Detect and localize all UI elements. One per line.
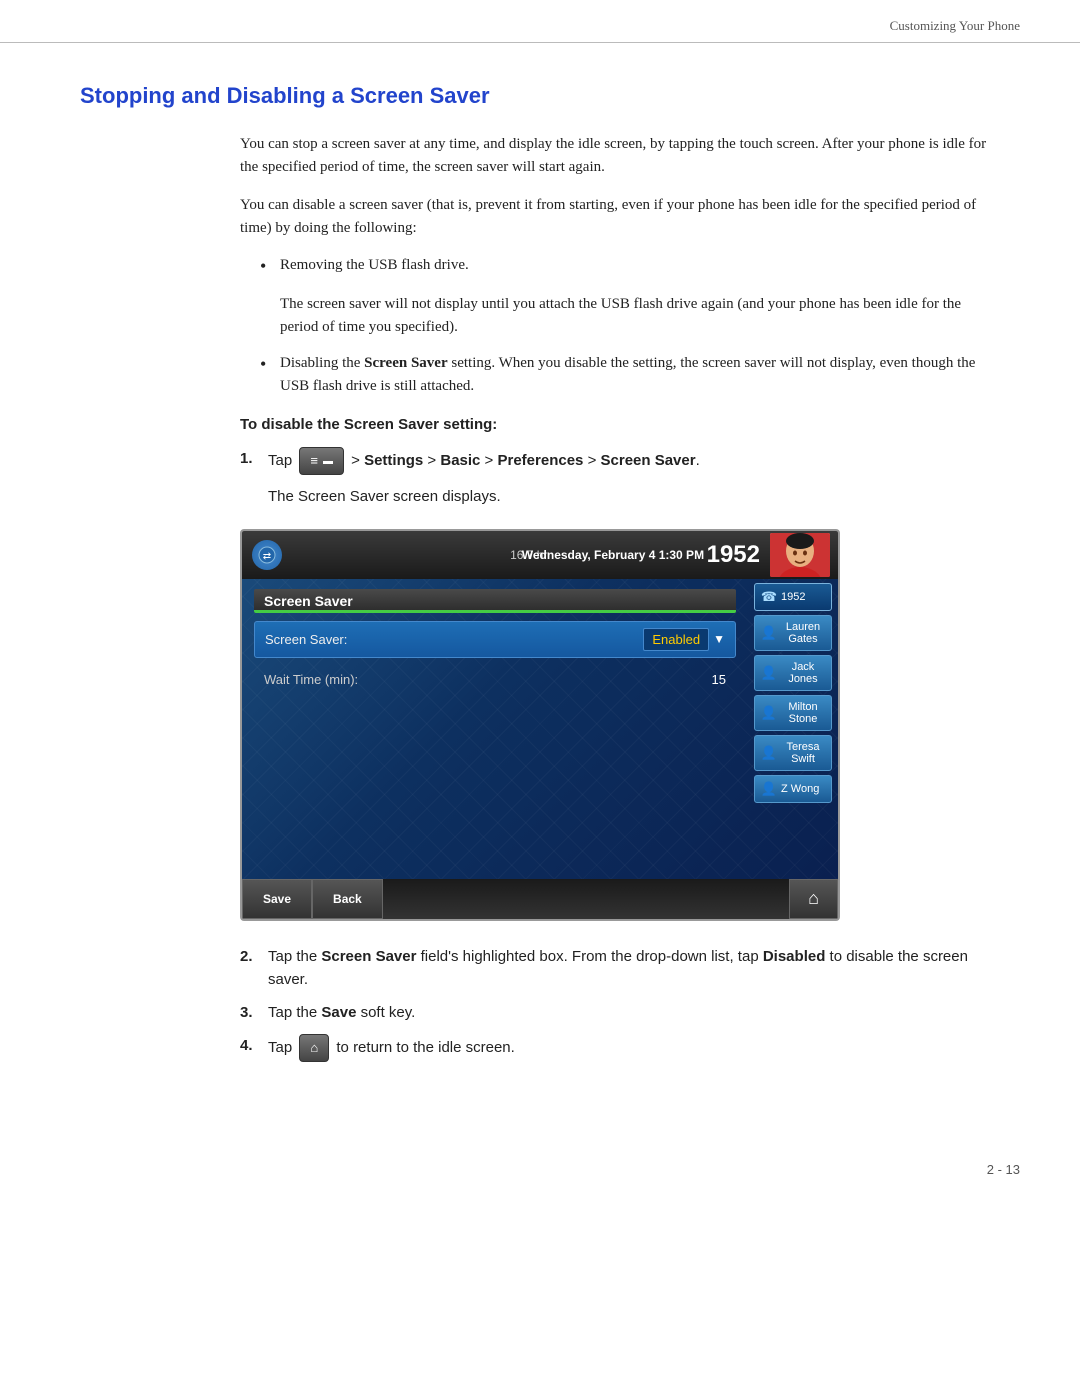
- contact-icon-milton: 👤: [761, 705, 777, 721]
- phone-main: Screen Saver Screen Saver: Enabled ▼ Wai…: [242, 579, 748, 879]
- contact-icon-lauren: 👤: [761, 625, 777, 641]
- contact-icon-teresa: 👤: [761, 745, 777, 761]
- phone-avatar: [770, 533, 830, 577]
- step-1-num: 1.: [240, 447, 268, 475]
- page-header: Customizing Your Phone: [0, 0, 1080, 43]
- step-1-row: 1. Tap ≡ ▬ > Settings > Basic > Preferen…: [240, 447, 1000, 475]
- step-4-row: 4. Tap ⌂ to return to the idle screen.: [240, 1034, 1000, 1062]
- wait-time-value: 15: [712, 672, 726, 687]
- phone-bottom-bar: Save Back ⌂: [242, 879, 838, 919]
- contact-milton-stone[interactable]: 👤 Milton Stone: [754, 695, 832, 731]
- menu-icon-small: ▬: [323, 454, 333, 470]
- page-content: Stopping and Disabling a Screen Saver Yo…: [0, 43, 1080, 1132]
- contact-name-teresa: Teresa Swift: [781, 741, 825, 765]
- contact-icon-1: ☎: [761, 589, 777, 605]
- bullet-list-2: • Disabling the Screen Saver setting. Wh…: [260, 352, 1000, 399]
- bullet-dot-1: •: [260, 254, 280, 279]
- contact-name-jack: Jack Jones: [781, 661, 825, 685]
- step-4-content: Tap ⌂ to return to the idle screen.: [268, 1034, 1000, 1062]
- menu-icon: ≡: [310, 451, 318, 471]
- bullet-text-2: Disabling the Screen Saver setting. When…: [280, 352, 1000, 399]
- paragraph-2: You can disable a screen saver (that is,…: [240, 194, 1000, 241]
- wait-time-label: Wait Time (min):: [264, 672, 712, 687]
- step-3-content: Tap the Save soft key.: [268, 1001, 1000, 1024]
- section-title: Stopping and Disabling a Screen Saver: [80, 83, 1000, 109]
- save-softkey[interactable]: Save: [242, 879, 312, 919]
- contact-1952[interactable]: ☎ 1952: [754, 583, 832, 611]
- step-3-num: 3.: [240, 1001, 268, 1024]
- bullet-text-1: Removing the USB flash drive.: [280, 254, 1000, 279]
- avatar-face: [770, 533, 830, 577]
- home-icon: ⌂: [808, 888, 819, 909]
- back-softkey[interactable]: Back: [312, 879, 383, 919]
- step-1-content: Tap ≡ ▬ > Settings > Basic > Preferences…: [268, 447, 1000, 475]
- step-2-content: Tap the Screen Saver field's highlighted…: [268, 945, 1000, 992]
- phone-menu-title: Screen Saver: [254, 589, 736, 613]
- phone-datetime: Wednesday, February 4 1:30 PM: [522, 548, 704, 562]
- bullet-item-2: • Disabling the Screen Saver setting. Wh…: [260, 352, 1000, 399]
- dropdown-arrow-icon: ▼: [713, 632, 725, 646]
- phone-body: Screen Saver Screen Saver: Enabled ▼ Wai…: [242, 579, 838, 879]
- step-4-num: 4.: [240, 1034, 268, 1062]
- contact-lauren-gates[interactable]: 👤 Lauren Gates: [754, 615, 832, 651]
- page-number: 2 - 13: [0, 1162, 1080, 1177]
- settings-button[interactable]: ≡ ▬: [299, 447, 344, 475]
- phone-screenshot: ⇄ 16.7 hr Wednesday, February 4 1:30 PM …: [240, 529, 840, 921]
- step-3-row: 3. Tap the Save soft key.: [240, 1001, 1000, 1024]
- phone-extension: 1952: [707, 541, 760, 569]
- home-button[interactable]: ⌂: [299, 1034, 329, 1062]
- bullet-list: • Removing the USB flash drive.: [260, 254, 1000, 279]
- bullet-item-1: • Removing the USB flash drive.: [260, 254, 1000, 279]
- screen-saver-value: Enabled: [643, 628, 709, 651]
- procedure-heading: To disable the Screen Saver setting:: [240, 416, 1000, 433]
- contact-name-lauren: Lauren Gates: [781, 621, 825, 645]
- contact-icon-jack: 👤: [761, 665, 777, 681]
- step-2-num: 2.: [240, 945, 268, 992]
- contact-name-1952: 1952: [781, 591, 805, 603]
- home-softkey[interactable]: ⌂: [789, 879, 838, 919]
- paragraph-1: You can stop a screen saver at any time,…: [240, 133, 1000, 180]
- usb-icon: ⇄: [252, 540, 282, 570]
- bullet-dot-2: •: [260, 352, 280, 399]
- contact-teresa-swift[interactable]: 👤 Teresa Swift: [754, 735, 832, 771]
- contact-jack-jones[interactable]: 👤 Jack Jones: [754, 655, 832, 691]
- phone-sidebar: ☎ 1952 👤 Lauren Gates 👤 Jack Jones 👤 Mil…: [748, 579, 838, 879]
- bullet-1-subtext: The screen saver will not display until …: [280, 293, 1000, 340]
- contact-z-wong[interactable]: 👤 Z Wong: [754, 775, 832, 803]
- contact-icon-wong: 👤: [761, 781, 777, 797]
- contact-name-milton: Milton Stone: [781, 701, 825, 725]
- phone-top-bar: ⇄ 16.7 hr Wednesday, February 4 1:30 PM …: [242, 531, 838, 579]
- svg-text:⇄: ⇄: [263, 551, 271, 562]
- contact-name-wong: Z Wong: [781, 783, 819, 795]
- step-2-row: 2. Tap the Screen Saver field's highligh…: [240, 945, 1000, 992]
- screen-saver-label: Screen Saver:: [265, 632, 643, 647]
- screen-saver-field[interactable]: Screen Saver: Enabled ▼: [254, 621, 736, 658]
- chapter-title: Customizing Your Phone: [890, 18, 1020, 33]
- home-button-icon: ⌂: [310, 1038, 318, 1058]
- step-1-subtext: The Screen Saver screen displays.: [268, 485, 1000, 508]
- wait-time-row: Wait Time (min): 15: [254, 668, 736, 691]
